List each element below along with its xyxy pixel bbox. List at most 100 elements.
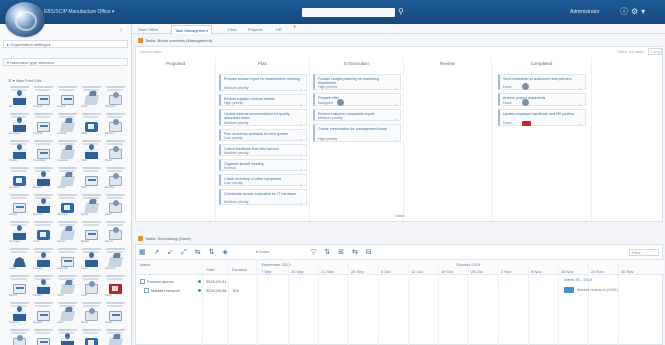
document-type-item[interactable]: Payment [104, 86, 128, 113]
task-card-title[interactable]: Update employee handbook and HR policies [503, 112, 583, 122]
document-type-item[interactable]: Expense [32, 194, 56, 221]
task-card[interactable]: Plan workshop schedule for next quarter L… [219, 129, 307, 141]
card-menu-icon[interactable]: ⌄ [579, 101, 582, 106]
document-type-item[interactable]: Complaint [32, 329, 56, 345]
document-type-item[interactable]: Report [104, 221, 128, 248]
task-card[interactable]: Coordinate vendor evaluation for IT hard… [219, 189, 307, 205]
card-menu-icon[interactable]: ⌄ [394, 85, 397, 90]
notification-icon[interactable]: ▾ [641, 7, 648, 16]
board-header[interactable]: Tasks: Board overview (Management) [135, 36, 663, 45]
gantt-col-duration[interactable]: Duration [232, 267, 247, 272]
gantt-col-name[interactable]: Name [140, 262, 151, 267]
document-type-item[interactable]: Approval [56, 248, 80, 275]
task-card-title[interactable]: Send newsletter to customers and partner… [503, 77, 583, 86]
document-type-item[interactable]: Stock [56, 275, 80, 302]
gantt-row-checkbox[interactable] [140, 279, 145, 284]
card-menu-icon[interactable]: ⌄ [300, 181, 303, 186]
gantt-view-tools[interactable]: ▽ ⇅ ⊞ ⇆ ⊟ [311, 248, 375, 256]
task-card[interactable]: Finalize budget planning for marketing d… [313, 74, 401, 90]
document-type-item[interactable]: Quote [80, 194, 104, 221]
document-type-item[interactable]: Order [80, 86, 104, 113]
task-card[interactable]: Create presentation for management board… [313, 124, 401, 142]
app-logo-icon[interactable] [5, 2, 45, 37]
document-type-item[interactable]: Bid [8, 86, 32, 113]
document-type-item[interactable]: Permit [56, 329, 80, 345]
organization-settings-section[interactable]: ▸ Organization settings ▸ [3, 40, 128, 48]
document-type-item[interactable]: Invoice [56, 86, 80, 113]
avatar[interactable] [337, 99, 344, 106]
document-type-item[interactable]: Shipment [56, 194, 80, 221]
document-type-item[interactable]: Sales [80, 113, 104, 140]
user-name[interactable]: Administrator [570, 9, 599, 15]
document-type-item[interactable]: Letter [56, 302, 80, 329]
task-card[interactable]: Prepare offer Assigned ⌄ [313, 93, 401, 106]
document-type-item[interactable]: Supplier [32, 302, 56, 329]
app-title[interactable]: EBS/SCIP Manufacture Office ▾ [44, 9, 114, 15]
document-type-item[interactable]: Notice [104, 302, 128, 329]
card-menu-icon[interactable]: ⌄ [579, 121, 582, 126]
task-card[interactable]: Archive project documents Done ⌄ [498, 93, 586, 106]
task-card[interactable]: Review customer complaints report Medium … [313, 109, 401, 121]
document-type-item[interactable]: Return [104, 140, 128, 167]
card-menu-icon[interactable]: ⌄ [394, 101, 397, 106]
board-column-title[interactable]: Completed [492, 61, 591, 66]
document-type-item[interactable]: Offer [80, 140, 104, 167]
document-type-item[interactable]: Contract [56, 113, 80, 140]
card-menu-icon[interactable]: ⌄ [300, 86, 303, 91]
document-type-item[interactable]: Budget [80, 221, 104, 248]
document-type-item[interactable]: Vehicle [56, 167, 80, 194]
tab-start-office[interactable]: Start Office [135, 25, 161, 34]
card-menu-icon[interactable]: ⌄ [579, 85, 582, 90]
board-filter[interactable]: Show: All tasks [617, 47, 644, 56]
board-column-title[interactable]: In Execution [310, 61, 403, 66]
document-type-item[interactable]: Policy [104, 275, 128, 302]
task-card[interactable]: Prepare annual report for shareholders m… [219, 74, 307, 91]
document-type-item[interactable]: Employee [8, 113, 32, 140]
gantt-zoom[interactable]: ▾ Zoom [256, 249, 269, 254]
avatar[interactable] [522, 99, 529, 106]
board-column-title[interactable]: Plan [216, 61, 309, 66]
document-type-item[interactable]: Invoice [8, 194, 32, 221]
board-column-title[interactable]: Proposed [136, 61, 215, 66]
card-menu-icon[interactable]: ⌄ [300, 136, 303, 141]
gantt-task-bar[interactable] [564, 287, 574, 293]
tab-hr[interactable]: HR [273, 25, 285, 34]
document-type-item[interactable]: Task [80, 167, 104, 194]
search-input[interactable] [302, 8, 395, 17]
document-type-item[interactable]: Memo [80, 302, 104, 329]
document-type-item[interactable]: Asset [104, 194, 128, 221]
document-type-item[interactable]: Project [8, 140, 32, 167]
avatar[interactable] [522, 83, 529, 90]
document-type-item[interactable]: Timesheet [32, 140, 56, 167]
document-type-item[interactable]: Purchase [8, 221, 32, 248]
document-type-item[interactable]: Contract [32, 86, 56, 113]
document-type-item[interactable]: Delivery [32, 275, 56, 302]
document-type-item[interactable]: Audit [80, 275, 104, 302]
document-type-item[interactable]: Contact [8, 302, 32, 329]
card-menu-icon[interactable]: ⌄ [300, 151, 303, 156]
tab-task-management[interactable]: Task Management [171, 25, 212, 34]
document-type-item[interactable]: Inventory [8, 167, 32, 194]
help-icon[interactable]: ⓘ [620, 7, 631, 16]
gantt-row-checkbox[interactable] [144, 288, 149, 293]
document-type-item[interactable]: Archive [104, 329, 128, 345]
card-menu-icon[interactable]: ⌄ [300, 200, 303, 205]
document-type-item[interactable]: Contract [32, 113, 56, 140]
document-type-item[interactable]: Training [32, 248, 56, 275]
card-menu-icon[interactable]: ⌄ [300, 166, 303, 171]
card-menu-icon[interactable]: ⌄ [394, 116, 397, 121]
tab-projects[interactable]: Projects [245, 25, 265, 34]
task-card[interactable]: Update internal documentation for qualit… [219, 109, 307, 126]
board-column-title[interactable]: Review [404, 61, 491, 66]
document-type-item[interactable]: Customer [56, 140, 80, 167]
task-card[interactable]: Organize kickoff meeting Normal ⌄ [219, 159, 307, 171]
task-card[interactable]: Review supplier contract details High pri… [219, 94, 307, 106]
document-type-item[interactable]: Meeting [104, 167, 128, 194]
gantt-col-start[interactable]: Start [206, 267, 214, 272]
gantt-header[interactable]: Tasks: Scheduling (Gantt) [135, 234, 663, 243]
document-type-item[interactable]: Claim [80, 248, 104, 275]
task-card[interactable]: Check inventory of office equipment Low p… [219, 174, 307, 186]
gantt-task-name[interactable]: Market research [151, 288, 180, 293]
board-more-link[interactable]: More [136, 213, 664, 221]
card-menu-icon[interactable]: ⌄ [300, 101, 303, 106]
